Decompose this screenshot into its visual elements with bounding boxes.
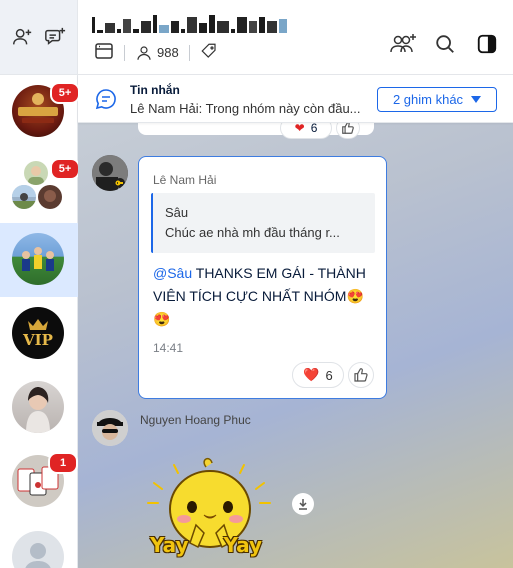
svg-text:VIP: VIP (22, 331, 53, 349)
like-button[interactable] (336, 123, 360, 139)
unread-badge: 1 (48, 452, 78, 474)
avatar (24, 161, 48, 185)
unread-badge: 5+ (50, 158, 80, 180)
reaction-pill[interactable]: ❤️ 6 (292, 362, 344, 388)
like-button[interactable] (348, 362, 374, 388)
add-member-icon[interactable] (389, 30, 417, 58)
sender-name: Lê Nam Hải (153, 173, 217, 187)
avatar (12, 381, 64, 433)
sticker-text: Yay Yay (150, 533, 263, 557)
header-actions (389, 30, 501, 58)
conversation-item[interactable]: 5+ (0, 149, 80, 223)
add-friend-icon[interactable] (9, 24, 35, 50)
group-meta: 988 (94, 42, 218, 63)
sidebar-toolbar (0, 0, 77, 75)
chat-bubble-icon (94, 87, 118, 116)
divider (188, 44, 190, 61)
quote-author: Sâu (165, 205, 189, 220)
conversation-item[interactable]: 5+ (0, 75, 80, 149)
more-pins-button[interactable]: 2 ghim khác (377, 87, 497, 112)
thumbs-up-icon (354, 368, 368, 382)
tag-icon[interactable] (200, 42, 218, 63)
conversation-item[interactable] (0, 371, 78, 445)
sender-avatar[interactable] (92, 410, 128, 446)
heart-icon: ❤️ (303, 367, 320, 382)
pinned-message-bar[interactable]: Tin nhắn Lê Nam Hải: Trong nhóm này còn … (78, 75, 513, 123)
caret-down-icon (471, 96, 482, 103)
conversation-item[interactable]: VIP (0, 297, 78, 371)
reaction-pill[interactable]: ❤ 6 (280, 123, 332, 139)
conversation-item-active[interactable] (0, 223, 78, 297)
member-count[interactable]: 988 (135, 44, 179, 62)
message-time: 14:41 (153, 341, 184, 355)
mention-link[interactable]: @Sâu (153, 265, 192, 281)
divider (124, 44, 125, 61)
avatar (12, 531, 64, 568)
sender-avatar[interactable] (92, 155, 128, 191)
previous-reactions: ❤ 6 (280, 123, 360, 139)
more-pins-label: 2 ghim khác (392, 92, 464, 107)
avatar (38, 185, 62, 209)
message-bubble[interactable]: Lê Nam Hải Sâu Chúc ae nhà mh đầu tháng … (138, 156, 387, 399)
quoted-message[interactable]: Sâu Chúc ae nhà mh đầu tháng r... (151, 193, 375, 253)
reaction-count: 6 (310, 123, 318, 135)
quote-text: Chúc ae nhà mh đầu tháng r... (165, 225, 340, 240)
avatar: VIP (12, 307, 64, 359)
download-icon[interactable] (292, 493, 314, 515)
toggle-panel-icon[interactable] (473, 30, 501, 58)
thumbs-up-icon (342, 123, 354, 134)
pinned-preview: Lê Nam Hải: Trong nhóm này còn đầu... (130, 101, 361, 116)
heart-icon: ❤ (294, 123, 305, 135)
avatar (12, 185, 36, 209)
message-reactions: ❤️ 6 (292, 362, 374, 388)
conversation-item[interactable]: 1 (0, 445, 78, 519)
media-icon[interactable] (94, 42, 114, 63)
conversation-sidebar: 5+ 5+ VIP 1 (0, 0, 80, 568)
message-text: @Sâu THANKS EM GÁI - THÀNH VIÊN TÍCH CỰC… (153, 262, 377, 331)
member-icon (137, 45, 151, 60)
create-group-icon[interactable] (42, 24, 68, 50)
group-name-pixelated (92, 11, 287, 33)
sticker-yay[interactable]: Yay Yay (144, 453, 274, 568)
chat-header: 988 (78, 0, 513, 75)
avatar (12, 233, 64, 285)
reaction-count: 6 (325, 367, 333, 383)
search-icon[interactable] (431, 30, 459, 58)
conversation-item[interactable] (0, 519, 78, 568)
sender-name: Nguyen Hoang Phuc (140, 413, 251, 427)
message-list[interactable]: ❤ 6 Lê Nam Hải Sâu Chúc ae nhà mh đầu th… (78, 123, 513, 568)
unread-badge: 5+ (50, 82, 80, 104)
member-count-label: 988 (157, 45, 179, 60)
pinned-title: Tin nhắn (130, 83, 180, 97)
